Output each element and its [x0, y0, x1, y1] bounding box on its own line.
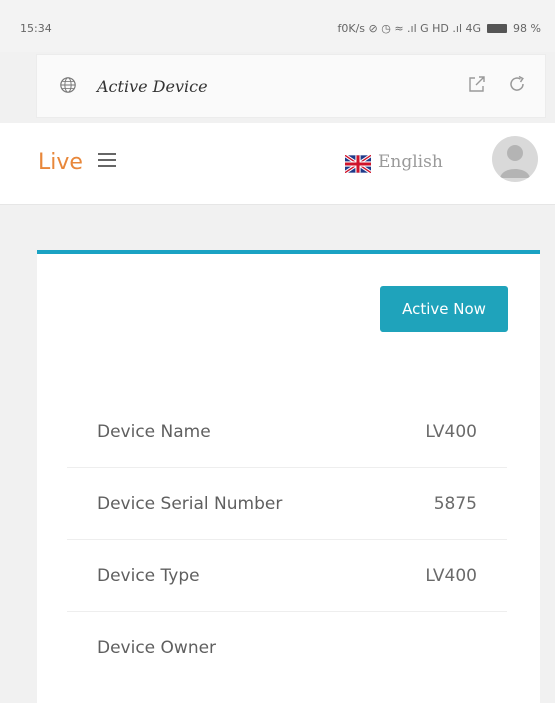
detail-label: Device Owner [97, 638, 217, 658]
detail-value: LV400 [425, 422, 477, 442]
address-bar[interactable]: Active Device [36, 54, 546, 118]
page-title: Active Device [97, 77, 208, 96]
detail-row: Device Name LV400 [67, 396, 507, 468]
detail-label: Device Name [97, 422, 211, 442]
globe-icon [60, 77, 76, 93]
detail-row: Device Serial Number 5875 [67, 468, 507, 540]
language-selector[interactable]: English [378, 152, 443, 172]
logo[interactable]: Live [38, 150, 83, 175]
status-time: 15:34 [20, 22, 52, 35]
detail-value: LV400 [425, 566, 477, 586]
device-card: Active Now Device Name LV400 Device Seri… [37, 250, 540, 703]
reload-icon[interactable] [507, 74, 527, 94]
battery-level: 98 % [513, 22, 541, 35]
menu-icon[interactable] [96, 149, 118, 171]
detail-label: Device Type [97, 566, 200, 586]
user-avatar-icon[interactable] [492, 136, 538, 182]
detail-row: Device Type LV400 [67, 540, 507, 612]
device-details-list: Device Name LV400 Device Serial Number 5… [67, 396, 507, 684]
status-indicators: f0K/s ⊘ ◷ ≈ .ıl G HD .ıl 4G 98 % [338, 22, 542, 35]
status-bar: 15:34 f0K/s ⊘ ◷ ≈ .ıl G HD .ıl 4G 98 % [0, 0, 555, 52]
app-header: Live English [0, 123, 555, 205]
active-now-button[interactable]: Active Now [380, 286, 508, 332]
battery-icon [487, 24, 508, 33]
uk-flag-icon[interactable] [345, 155, 371, 173]
detail-row: Device Owner [67, 612, 507, 684]
detail-value: 5875 [433, 494, 477, 514]
share-icon[interactable] [467, 74, 487, 94]
status-icons: f0K/s ⊘ ◷ ≈ .ıl G HD .ıl 4G [337, 22, 482, 35]
detail-label: Device Serial Number [97, 494, 283, 514]
